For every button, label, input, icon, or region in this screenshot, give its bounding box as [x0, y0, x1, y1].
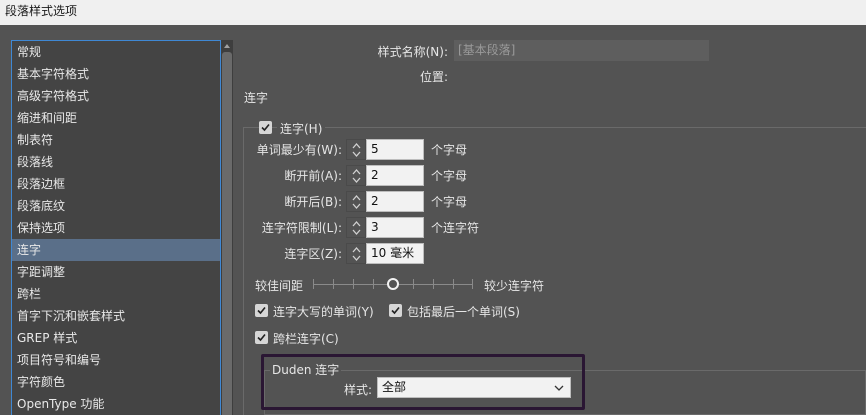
- slider-tick: [413, 279, 414, 289]
- highlight-box: [261, 354, 585, 410]
- before-last-unit: 个字母: [431, 195, 468, 209]
- hyphenate-last-word-checkbox[interactable]: [389, 304, 402, 317]
- hyphen-limit-input[interactable]: 3: [366, 217, 424, 238]
- before-last-stepper[interactable]: [346, 191, 366, 212]
- before-last-input[interactable]: 2: [366, 191, 424, 212]
- sidebar-item-tabs[interactable]: 制表符: [12, 129, 220, 151]
- section-title: 连字: [244, 91, 269, 105]
- location-label: 位置:: [419, 70, 448, 84]
- scroll-up-arrow-icon[interactable]: [221, 42, 233, 52]
- after-first-unit: 个字母: [431, 169, 468, 183]
- sidebar-item-justification[interactable]: 字距调整: [12, 261, 220, 283]
- style-name-field[interactable]: [基本段落]: [454, 40, 709, 61]
- hyphen-limit-label: 连字符限制(L):: [261, 221, 342, 235]
- hyphen-zone-stepper[interactable]: [346, 243, 366, 264]
- slider-tick: [373, 279, 374, 289]
- checkmark-icon: [257, 333, 266, 342]
- slider-tick: [313, 279, 314, 289]
- hyphenate-capitalized-label: 连字大写的单词(Y): [273, 305, 374, 319]
- stepper-arrows-icon: [352, 169, 361, 183]
- sidebar-item-advanced-character-formats[interactable]: 高级字符格式: [12, 85, 220, 107]
- slider-tick: [333, 279, 334, 289]
- slider-tick: [472, 279, 473, 289]
- sidebar-item-general[interactable]: 常规: [12, 41, 220, 63]
- slider-left-label: 较佳间距: [255, 279, 304, 293]
- sidebar-item-hyphenation[interactable]: 连字: [12, 239, 220, 261]
- stepper-arrows-icon: [352, 143, 361, 157]
- stepper-arrows-icon: [352, 195, 361, 209]
- hyphenate-across-column-label: 跨栏连字(C): [273, 332, 339, 346]
- sidebar-item-bullets-numbering[interactable]: 项目符号和编号: [12, 349, 220, 371]
- hyphenate-checkbox[interactable]: [259, 121, 272, 134]
- sidebar-item-drop-caps-nested-styles[interactable]: 首字下沉和嵌套样式: [12, 305, 220, 327]
- hyphenate-label: 连字(H): [277, 120, 326, 137]
- after-first-stepper[interactable]: [346, 165, 366, 186]
- sidebar-item-paragraph-rules[interactable]: 段落线: [12, 151, 220, 173]
- sidebar-item-opentype-features[interactable]: OpenType 功能: [12, 393, 220, 415]
- before-last-label: 断开后(B):: [284, 195, 342, 209]
- words-min-stepper[interactable]: [346, 139, 366, 160]
- words-min-label: 单词最少有(W):: [256, 143, 342, 157]
- slider-tick: [353, 279, 354, 289]
- checkmark-icon: [257, 306, 266, 315]
- slider-right-label: 较少连字符: [484, 279, 545, 293]
- sidebar-item-paragraph-border[interactable]: 段落边框: [12, 173, 220, 195]
- sidebar-item-indents-spacing[interactable]: 缩进和间距: [12, 107, 220, 129]
- sidebar-item-span-columns[interactable]: 跨栏: [12, 283, 220, 305]
- words-min-input[interactable]: 5: [366, 139, 424, 160]
- checkmark-icon: [391, 306, 400, 315]
- sidebar-item-keep-options[interactable]: 保持选项: [12, 217, 220, 239]
- sidebar-item-grep-styles[interactable]: GREP 样式: [12, 327, 220, 349]
- hyphenate-last-word-label: 包括最后一个单词(S): [407, 305, 520, 319]
- window-title: 段落样式选项: [0, 0, 866, 25]
- after-first-label: 断开前(A):: [284, 169, 342, 183]
- sidebar-item-character-color[interactable]: 字符颜色: [12, 371, 220, 393]
- scrollbar-thumb[interactable]: [222, 52, 232, 415]
- slider-tick: [433, 279, 434, 289]
- sidebar-item-paragraph-shading[interactable]: 段落底纹: [12, 195, 220, 217]
- hyphen-limit-stepper[interactable]: [346, 217, 366, 238]
- category-list[interactable]: 常规 基本字符格式 高级字符格式 缩进和间距 制表符 段落线 段落边框 段落底纹…: [11, 40, 221, 415]
- checkmark-icon: [261, 123, 270, 132]
- sidebar-item-basic-character-formats[interactable]: 基本字符格式: [12, 63, 220, 85]
- stepper-arrows-icon: [352, 221, 361, 235]
- words-min-unit: 个字母: [431, 143, 468, 157]
- hyphen-zone-input[interactable]: 10 毫米: [366, 243, 424, 264]
- hyphenate-across-column-checkbox[interactable]: [255, 331, 268, 344]
- stepper-arrows-icon: [352, 247, 361, 261]
- spacing-slider-knob[interactable]: [387, 278, 399, 290]
- hyphen-zone-label: 连字区(Z):: [284, 247, 342, 261]
- style-name-label: 样式名称(N):: [377, 45, 448, 59]
- after-first-input[interactable]: 2: [366, 165, 424, 186]
- hyphenate-capitalized-checkbox[interactable]: [255, 304, 268, 317]
- hyphen-limit-unit: 个连字符: [431, 221, 480, 235]
- sidebar-scrollbar[interactable]: [221, 40, 233, 415]
- slider-tick: [453, 279, 454, 289]
